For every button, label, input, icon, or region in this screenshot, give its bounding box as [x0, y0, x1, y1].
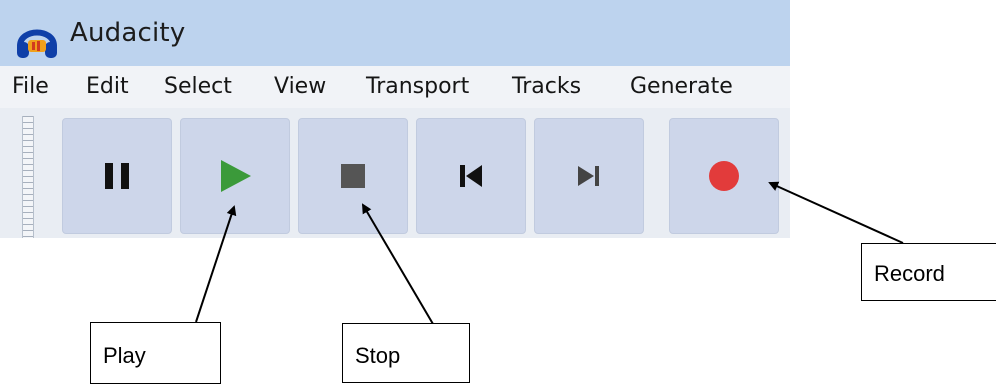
play-callout: Play [90, 322, 221, 384]
record-callout: Record [861, 243, 996, 301]
stop-callout: Stop [342, 323, 470, 383]
play-arrow [195, 205, 237, 323]
stop-arrow [361, 203, 434, 325]
record-arrow [768, 181, 904, 244]
